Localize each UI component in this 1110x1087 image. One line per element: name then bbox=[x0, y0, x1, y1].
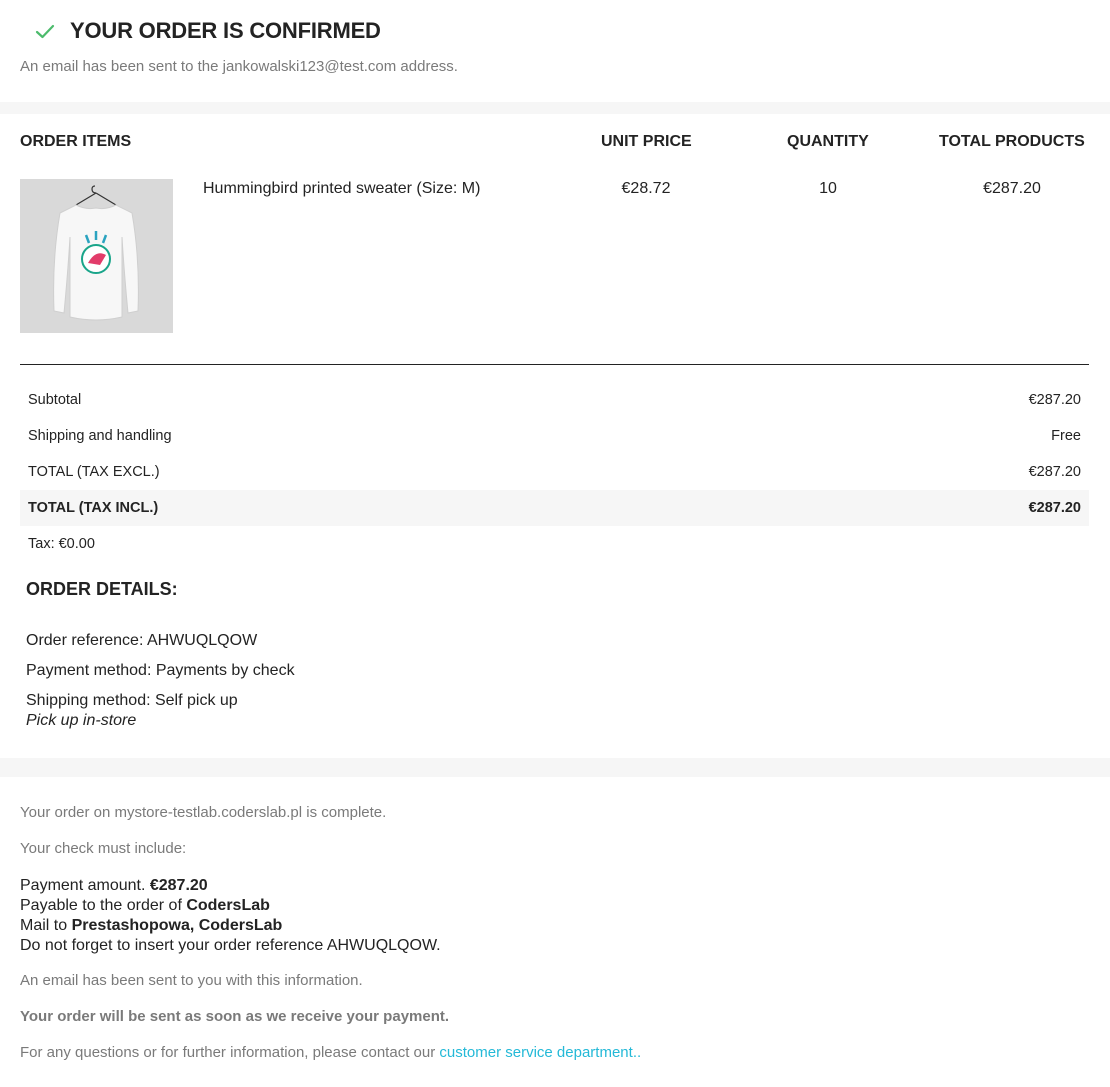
shipping-method-note: Pick up in-store bbox=[26, 712, 137, 729]
total-tax-incl-label: TOTAL (TAX INCL.) bbox=[28, 500, 159, 516]
payable-value: CodersLab bbox=[186, 897, 270, 914]
check-intro: Your check must include: bbox=[20, 840, 187, 857]
product-unit-price: €28.72 bbox=[621, 180, 671, 197]
confirmation-header: YOUR ORDER IS CONFIRMED bbox=[34, 18, 381, 44]
subtotal-value: €287.20 bbox=[1028, 392, 1081, 408]
product-name: Hummingbird printed sweater (Size: M) bbox=[203, 180, 481, 197]
confirmation-title: YOUR ORDER IS CONFIRMED bbox=[70, 18, 381, 43]
order-complete-note: Your order on mystore-testlab.coderslab.… bbox=[20, 804, 387, 821]
total-tax-excl-value: €287.20 bbox=[1028, 464, 1081, 480]
payable-label: Payable to the order of bbox=[20, 897, 187, 914]
total-tax-excl-label: TOTAL (TAX EXCL.) bbox=[28, 464, 160, 480]
shipping-row: Shipping and handling Free bbox=[20, 418, 1089, 454]
shipping-label: Shipping and handling bbox=[28, 428, 172, 444]
payable-line: Payable to the order of CodersLab bbox=[20, 896, 441, 916]
header-quantity: QUANTITY bbox=[787, 133, 869, 150]
product-total: €287.20 bbox=[983, 180, 1041, 197]
confirmation-card: YOUR ORDER IS CONFIRMED An email has bee… bbox=[0, 0, 1110, 102]
payment-amount-label: Payment amount. bbox=[20, 877, 150, 894]
total-tax-incl-value: €287.20 bbox=[1028, 500, 1081, 516]
header-total-products: TOTAL PRODUCTS bbox=[939, 133, 1085, 150]
total-tax-excl-row: TOTAL (TAX EXCL.) €287.20 bbox=[20, 454, 1089, 490]
divider bbox=[20, 364, 1089, 365]
payment-method: Payment method: Payments by check bbox=[26, 662, 295, 679]
subtotal-label: Subtotal bbox=[28, 392, 82, 408]
product-quantity: 10 bbox=[819, 180, 837, 197]
mail-value: Prestashopowa, CodersLab bbox=[71, 917, 283, 934]
order-details-heading: ORDER DETAILS: bbox=[26, 579, 178, 599]
order-reference: Order reference: AHWUQLQOW bbox=[26, 632, 258, 649]
header-order-items: ORDER ITEMS bbox=[20, 133, 132, 150]
tax-line: Tax: €0.00 bbox=[28, 536, 95, 552]
tax-row: Tax: €0.00 bbox=[20, 526, 1089, 562]
mail-label: Mail to bbox=[20, 917, 72, 934]
payment-info-card: Your order on mystore-testlab.coderslab.… bbox=[0, 777, 1110, 1087]
customer-service-link[interactable]: customer service department bbox=[439, 1044, 632, 1061]
order-items-card: ORDER ITEMS UNIT PRICE QUANTITY TOTAL PR… bbox=[0, 114, 1110, 758]
email-info: An email has been sent to you with this … bbox=[20, 972, 363, 989]
check-icon bbox=[34, 20, 56, 42]
contact-line: For any questions or for further informa… bbox=[20, 1044, 641, 1061]
contact-suffix: .. bbox=[632, 1044, 642, 1061]
total-tax-incl-row: TOTAL (TAX INCL.) €287.20 bbox=[20, 490, 1089, 526]
subtotal-row: Subtotal €287.20 bbox=[20, 382, 1089, 418]
confirmation-email-note: An email has been sent to the jankowalsk… bbox=[20, 58, 458, 75]
product-image[interactable] bbox=[20, 179, 173, 333]
shipping-method: Shipping method: Self pick up bbox=[26, 692, 238, 709]
contact-text: For any questions or for further informa… bbox=[20, 1044, 440, 1061]
reference-reminder: Do not forget to insert your order refer… bbox=[20, 937, 441, 954]
check-requirements: Payment amount. €287.20 Payable to the o… bbox=[20, 876, 441, 956]
mail-line: Mail to Prestashopowa, CodersLab bbox=[20, 916, 441, 936]
payment-amount-line: Payment amount. €287.20 bbox=[20, 876, 441, 896]
payment-amount-value: €287.20 bbox=[149, 877, 208, 894]
header-unit-price: UNIT PRICE bbox=[601, 133, 692, 150]
shipping-notice: Your order will be sent as soon as we re… bbox=[20, 1008, 450, 1025]
shipping-value: Free bbox=[1051, 428, 1081, 444]
